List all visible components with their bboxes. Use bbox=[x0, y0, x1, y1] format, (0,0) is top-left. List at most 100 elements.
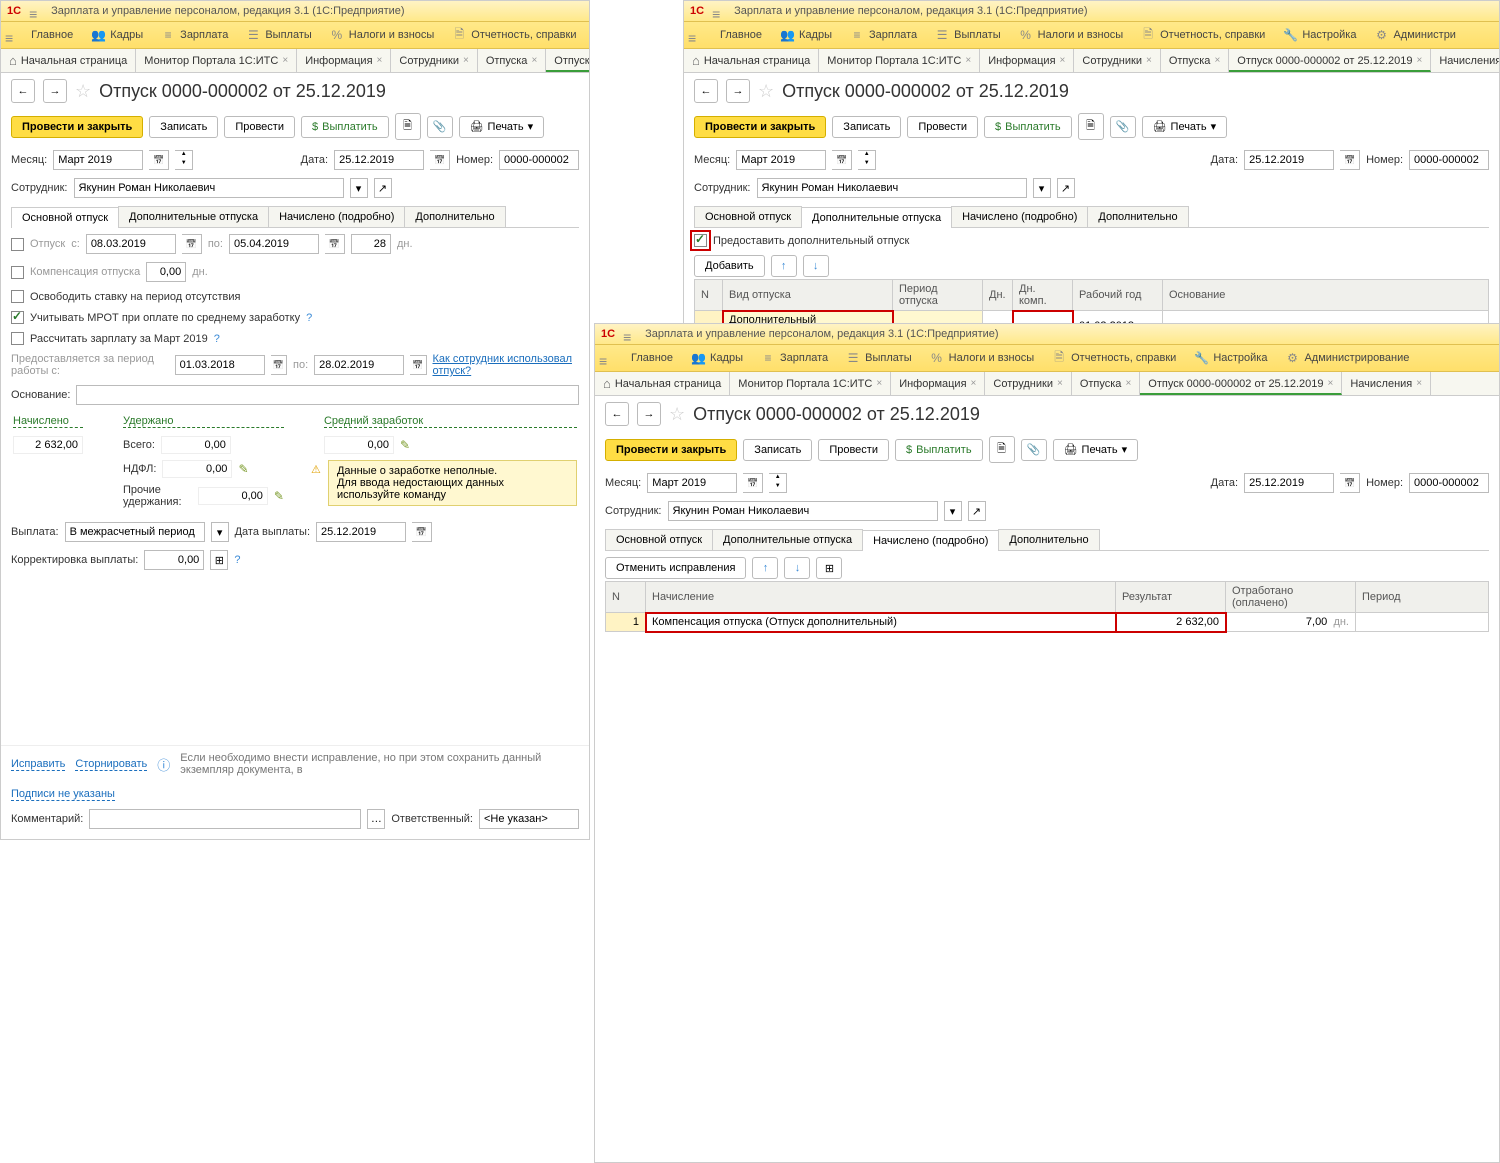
btn-down-icon[interactable]: ↓ bbox=[784, 557, 810, 579]
tab-home[interactable]: Начальная страница bbox=[595, 372, 730, 395]
reason-input[interactable] bbox=[76, 385, 579, 405]
calendar-icon[interactable] bbox=[1340, 150, 1360, 170]
btn-save[interactable]: Записать bbox=[743, 439, 812, 461]
btn-cancel-fix[interactable]: Отменить исправления bbox=[605, 557, 746, 579]
subtab-accrued[interactable]: Начислено (подробно) bbox=[951, 206, 1088, 227]
calc-icon[interactable]: ⊞ bbox=[210, 550, 228, 570]
nav-fwd[interactable]: → bbox=[726, 79, 750, 103]
chk-compensation[interactable] bbox=[11, 266, 24, 279]
calendar-icon[interactable] bbox=[410, 355, 426, 375]
date-input[interactable] bbox=[1244, 473, 1334, 493]
menu-personnel[interactable]: 👥Кадры bbox=[691, 351, 743, 365]
link-signatures[interactable]: Подписи не указаны bbox=[11, 788, 115, 801]
nav-back[interactable]: ← bbox=[694, 79, 718, 103]
table-row[interactable]: 1 Компенсация отпуска (Отпуск дополнител… bbox=[606, 613, 1489, 632]
tab-home[interactable]: Начальная страница bbox=[684, 49, 819, 72]
tab-info[interactable]: Информация× bbox=[297, 49, 391, 72]
calendar-icon[interactable] bbox=[743, 473, 763, 493]
menu-toggle-icon[interactable] bbox=[5, 30, 13, 40]
calendar-icon[interactable] bbox=[271, 355, 287, 375]
period-from[interactable] bbox=[175, 355, 265, 375]
nav-back[interactable]: ← bbox=[11, 79, 35, 103]
menu-main[interactable]: Главное bbox=[720, 29, 762, 41]
btn-down-icon[interactable]: ↓ bbox=[803, 255, 829, 277]
btn-up-icon[interactable]: ↑ bbox=[752, 557, 778, 579]
employee-dropdown[interactable]: ▾ bbox=[350, 178, 368, 198]
menu-toggle-icon[interactable] bbox=[688, 30, 702, 40]
tab-vacations[interactable]: Отпуска× bbox=[1072, 372, 1140, 395]
month-spinner[interactable]: ▲▼ bbox=[858, 150, 876, 170]
btn-attach-icon[interactable]: 📎 bbox=[1110, 116, 1136, 138]
payout-dropdown[interactable]: ▾ bbox=[211, 522, 229, 542]
btn-post-close[interactable]: Провести и закрыть bbox=[11, 116, 143, 138]
tab-info[interactable]: Информация× bbox=[891, 372, 985, 395]
number-input[interactable] bbox=[1409, 473, 1489, 493]
edit-icon[interactable]: ✎ bbox=[400, 438, 410, 452]
tab-accruals[interactable]: Начисления× bbox=[1342, 372, 1431, 395]
menu-personnel[interactable]: 👥Кадры bbox=[780, 28, 832, 42]
btn-print[interactable]: 🖨 Печать ▾ bbox=[459, 116, 545, 138]
tab-home[interactable]: Начальная страница bbox=[1, 49, 136, 72]
btn-doc-icon[interactable]: 🗎 bbox=[395, 113, 421, 140]
menu-payments[interactable]: ☰Выплаты bbox=[846, 351, 911, 365]
calendar-icon[interactable] bbox=[182, 234, 202, 254]
number-input[interactable] bbox=[1409, 150, 1489, 170]
menu-personnel[interactable]: 👥Кадры bbox=[91, 28, 143, 42]
menu-taxes[interactable]: %Налоги и взносы bbox=[1019, 28, 1124, 42]
menu-settings[interactable]: 🔧Настройка bbox=[1283, 28, 1356, 42]
calendar-icon[interactable] bbox=[149, 150, 169, 170]
subtab-extra-vac[interactable]: Дополнительные отпуска bbox=[801, 207, 952, 228]
subtab-extra[interactable]: Дополнительно bbox=[1087, 206, 1188, 227]
employee-open[interactable]: ↗ bbox=[968, 501, 986, 521]
btn-post-close[interactable]: Провести и закрыть bbox=[605, 439, 737, 461]
btn-post[interactable]: Провести bbox=[818, 439, 889, 461]
nav-back[interactable]: ← bbox=[605, 402, 629, 426]
chk-mrot[interactable] bbox=[11, 311, 24, 324]
subtab-extra-vac[interactable]: Дополнительные отпуска bbox=[118, 206, 269, 227]
comment-input[interactable] bbox=[89, 809, 361, 829]
menu-reports[interactable]: 🗎Отчетность, справки bbox=[1141, 25, 1265, 46]
link-reverse[interactable]: Сторнировать bbox=[75, 758, 147, 771]
hamburger-icon[interactable] bbox=[712, 6, 726, 16]
menu-salary[interactable]: ≡Зарплата bbox=[850, 28, 917, 42]
star-icon[interactable]: ☆ bbox=[669, 404, 685, 425]
month-spinner[interactable]: ▲▼ bbox=[175, 150, 193, 170]
btn-pay[interactable]: Выплатить bbox=[895, 439, 983, 461]
date-input[interactable] bbox=[1244, 150, 1334, 170]
menu-reports[interactable]: 🗎Отчетность, справки bbox=[1052, 348, 1176, 369]
employee-input[interactable] bbox=[74, 178, 344, 198]
help-icon[interactable]: ? bbox=[214, 333, 220, 345]
btn-attach-icon[interactable]: 📎 bbox=[427, 116, 453, 138]
help-icon[interactable]: ? bbox=[234, 554, 240, 566]
link-fix[interactable]: Исправить bbox=[11, 758, 65, 771]
subtab-main-vac[interactable]: Основной отпуск bbox=[605, 529, 713, 550]
tab-employees[interactable]: Сотрудники× bbox=[985, 372, 1071, 395]
employee-input[interactable] bbox=[757, 178, 1027, 198]
btn-post-close[interactable]: Провести и закрыть bbox=[694, 116, 826, 138]
edit-icon[interactable]: ✎ bbox=[238, 462, 248, 476]
avg-header[interactable]: Средний заработок bbox=[324, 415, 577, 428]
btn-attach-icon[interactable]: 📎 bbox=[1021, 439, 1047, 461]
employee-open[interactable]: ↗ bbox=[1057, 178, 1075, 198]
chk-release-rate[interactable] bbox=[11, 290, 24, 303]
nav-fwd[interactable]: → bbox=[43, 79, 67, 103]
btn-save[interactable]: Записать bbox=[832, 116, 901, 138]
help-icon[interactable]: ? bbox=[306, 312, 312, 324]
subtab-extra[interactable]: Дополнительно bbox=[998, 529, 1099, 550]
month-input[interactable] bbox=[647, 473, 737, 493]
btn-doc-icon[interactable]: 🗎 bbox=[1078, 113, 1104, 140]
btn-add[interactable]: Добавить bbox=[694, 255, 765, 277]
month-spinner[interactable]: ▲▼ bbox=[769, 473, 787, 493]
btn-post[interactable]: Провести bbox=[907, 116, 978, 138]
menu-salary[interactable]: ≡Зарплата bbox=[161, 28, 228, 42]
btn-cols-icon[interactable]: ⊞ bbox=[816, 557, 842, 579]
menu-admin[interactable]: ⚙Администрирование bbox=[1285, 351, 1409, 365]
days-input[interactable] bbox=[351, 234, 391, 254]
menu-taxes[interactable]: %Налоги и взносы bbox=[930, 351, 1035, 365]
tab-vacations[interactable]: Отпуска× bbox=[1161, 49, 1229, 72]
btn-pay[interactable]: Выплатить bbox=[301, 116, 389, 138]
calendar-icon[interactable] bbox=[1340, 473, 1360, 493]
chk-vacation[interactable] bbox=[11, 238, 24, 251]
payout-date[interactable] bbox=[316, 522, 406, 542]
tab-doc[interactable]: Отпуск 0000-000002 от 25.12.2019× bbox=[1140, 372, 1342, 395]
